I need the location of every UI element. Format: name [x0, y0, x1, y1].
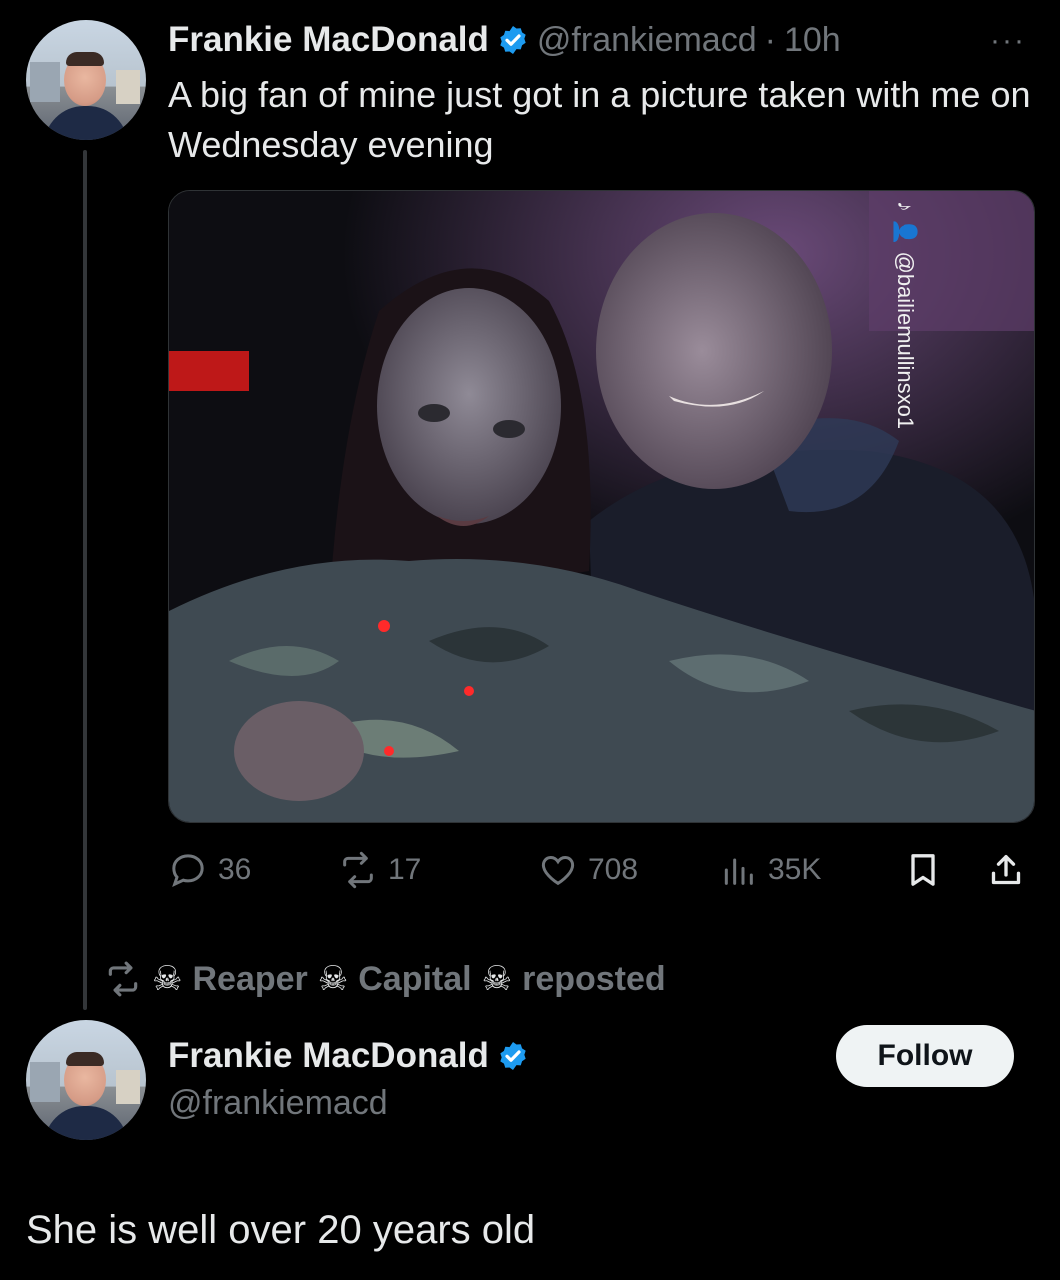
reply-button[interactable]: 36: [168, 845, 251, 895]
verified-badge-icon: [500, 26, 526, 54]
verified-badge-icon: [500, 1042, 526, 1070]
profile-name-row: Frankie MacDonald: [168, 1036, 529, 1076]
thread-line: [83, 150, 87, 1010]
tweet-action-bar: 36 17 708 35K: [168, 845, 1035, 895]
separator-dot: ·: [764, 20, 776, 59]
repost-icon: [108, 961, 138, 997]
author-name[interactable]: Frankie MacDonald: [168, 20, 489, 60]
reply-count: 36: [218, 853, 252, 886]
tweet-time[interactable]: 10h: [784, 21, 841, 60]
repost-action-label: reposted: [522, 959, 666, 998]
views-count: 35K: [768, 853, 822, 886]
tweet-header: Frankie MacDonald @frankiemacd · 10h: [168, 18, 841, 62]
share-button[interactable]: [986, 845, 1026, 895]
views-button[interactable]: 35K: [718, 845, 821, 895]
profile-name[interactable]: Frankie MacDonald: [168, 1036, 489, 1076]
profile-handle[interactable]: @frankiemacd: [168, 1084, 388, 1123]
author-handle[interactable]: @frankiemacd: [537, 21, 757, 60]
skull-icon: ☠: [317, 960, 349, 998]
like-count: 708: [588, 853, 639, 886]
reply-icon: [172, 854, 204, 887]
tweet-text: A big fan of mine just got in a picture …: [168, 74, 1031, 165]
repost-button[interactable]: 17: [338, 845, 421, 895]
profile-avatar[interactable]: [26, 1020, 146, 1140]
reposter-name-part2: Capital: [358, 959, 472, 998]
skull-icon: ☠: [481, 960, 513, 998]
more-options-icon[interactable]: ···: [990, 24, 1026, 58]
caption-text: She is well over 20 years old: [26, 1208, 536, 1252]
heart-icon: [541, 855, 575, 886]
follow-button[interactable]: Follow: [836, 1025, 1014, 1087]
repost-count: 17: [388, 853, 422, 886]
views-chart-icon: [724, 858, 753, 885]
bookmark-button[interactable]: [903, 845, 943, 895]
repost-banner[interactable]: ☠ Reaper ☠ Capital ☠ reposted: [104, 955, 666, 1003]
bookmark-icon: [911, 854, 935, 886]
repost-icon: [343, 851, 373, 889]
skull-icon: ☠: [152, 960, 183, 998]
like-button[interactable]: 708: [538, 845, 638, 895]
reposter-name-part1: Reaper: [192, 959, 308, 998]
photo-watermark: ♪ 👤 @bailiemullinsxo1: [893, 200, 918, 430]
author-avatar[interactable]: [26, 20, 146, 140]
share-icon: [991, 855, 1021, 885]
